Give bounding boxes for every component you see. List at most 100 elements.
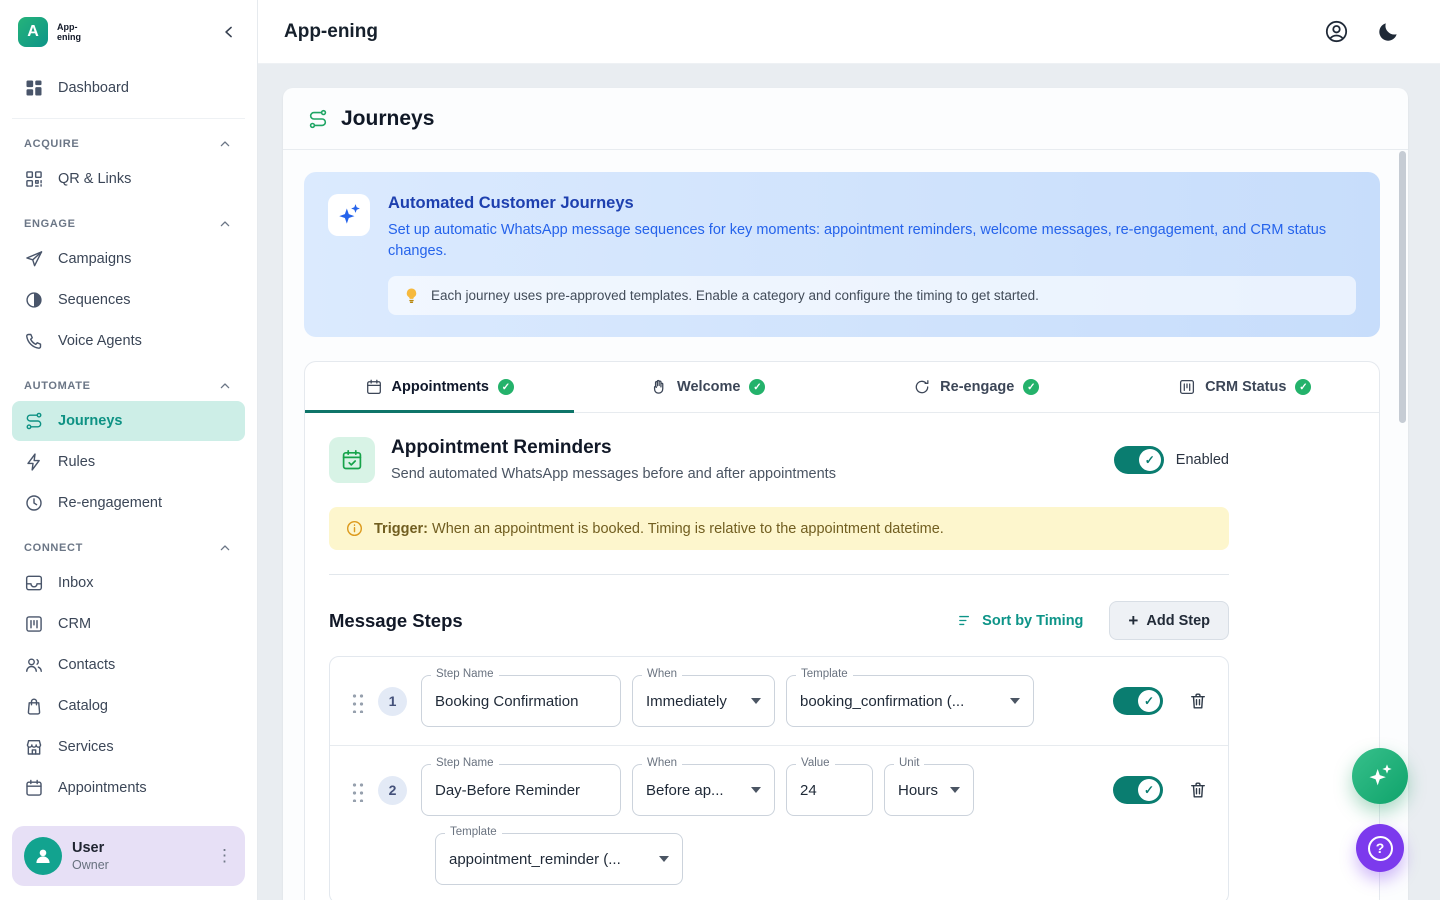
section-acquire[interactable]: ACQUIRE bbox=[24, 136, 233, 152]
tab-re-engage[interactable]: Re-engage ✓ bbox=[842, 362, 1111, 412]
plus-icon: + bbox=[1128, 612, 1138, 629]
section-connect[interactable]: CONNECT bbox=[24, 540, 233, 556]
sidebar-item-services[interactable]: Services bbox=[12, 727, 245, 767]
logo-letter: A bbox=[27, 23, 39, 41]
field-label: Unit bbox=[894, 757, 924, 769]
sidebar-header: A App- ening bbox=[0, 0, 257, 64]
main-column: App-ening Journeys Automated Customer bbox=[258, 0, 1440, 900]
step-name-input[interactable] bbox=[435, 782, 607, 799]
message-steps-header: Message Steps Sort by Timing + Add Step bbox=[329, 601, 1229, 640]
chevron-up-icon bbox=[217, 216, 233, 232]
field-label: Value bbox=[796, 757, 835, 769]
section-title: Appointment Reminders bbox=[391, 437, 836, 459]
help-fab[interactable]: ? bbox=[1356, 824, 1404, 872]
sidebar-item-catalog[interactable]: Catalog bbox=[12, 686, 245, 726]
template-select[interactable]: Template appointment_reminder (... bbox=[435, 833, 683, 885]
step-enabled-toggle[interactable]: ✓ bbox=[1113, 776, 1163, 804]
ai-assistant-fab[interactable] bbox=[1352, 748, 1408, 804]
trigger-banner: Trigger: When an appointment is booked. … bbox=[329, 507, 1229, 550]
calendar-icon bbox=[365, 378, 383, 396]
divider bbox=[329, 574, 1229, 575]
sidebar-item-sequences[interactable]: Sequences bbox=[12, 280, 245, 320]
sidebar-item-campaigns[interactable]: Campaigns bbox=[12, 239, 245, 279]
scrollbar-thumb[interactable] bbox=[1399, 151, 1406, 423]
delete-step-button[interactable] bbox=[1188, 691, 1208, 711]
tab-bar: Appointments ✓ Welcome ✓ Re-engage bbox=[305, 362, 1379, 413]
user-card[interactable]: User Owner ⋮ bbox=[12, 826, 245, 886]
section-engage[interactable]: ENGAGE bbox=[24, 216, 233, 232]
sparkle-icon bbox=[328, 194, 370, 236]
sidebar-item-contacts[interactable]: Contacts bbox=[12, 645, 245, 685]
user-menu-button[interactable]: ⋮ bbox=[216, 846, 233, 866]
sort-by-timing-button[interactable]: Sort by Timing bbox=[957, 612, 1083, 629]
lightbulb-icon bbox=[402, 286, 421, 305]
step-name-input[interactable] bbox=[435, 693, 607, 710]
step-name-field[interactable]: Step Name bbox=[421, 764, 621, 816]
sidebar-item-rules[interactable]: Rules bbox=[12, 442, 245, 482]
unit-select[interactable]: Unit Hours bbox=[884, 764, 974, 816]
wave-hand-icon bbox=[650, 378, 668, 396]
journey-enabled-toggle[interactable]: ✓ bbox=[1114, 446, 1164, 474]
add-step-button[interactable]: + Add Step bbox=[1109, 601, 1229, 640]
user-circle-icon bbox=[1324, 19, 1349, 44]
journeys-card: Appointments ✓ Welcome ✓ Re-engage bbox=[304, 361, 1380, 900]
account-button[interactable] bbox=[1324, 19, 1349, 44]
chevron-up-icon bbox=[217, 136, 233, 152]
sidebar-item-qr-links[interactable]: QR & Links bbox=[12, 159, 245, 199]
board-icon bbox=[24, 614, 44, 634]
caret-down-icon bbox=[659, 856, 669, 862]
bag-icon bbox=[24, 696, 44, 716]
person-icon bbox=[32, 845, 54, 867]
sidebar-item-label: Contacts bbox=[58, 657, 115, 673]
route-icon bbox=[307, 108, 329, 130]
check-icon: ✓ bbox=[1139, 449, 1161, 471]
tab-crm-status[interactable]: CRM Status ✓ bbox=[1111, 362, 1380, 412]
when-select[interactable]: When Immediately bbox=[632, 675, 775, 727]
sidebar-item-appointments[interactable]: Appointments bbox=[12, 768, 245, 808]
user-name: User bbox=[72, 840, 109, 856]
info-banner: Automated Customer Journeys Set up autom… bbox=[304, 172, 1380, 337]
tab-appointments[interactable]: Appointments ✓ bbox=[305, 362, 574, 412]
phone-icon bbox=[24, 331, 44, 351]
step-enabled-toggle[interactable]: ✓ bbox=[1113, 687, 1163, 715]
sidebar-item-dashboard[interactable]: Dashboard bbox=[12, 68, 245, 108]
sidebar-item-label: Catalog bbox=[58, 698, 108, 714]
section-automate[interactable]: AUTOMATE bbox=[24, 378, 233, 394]
field-label: Template bbox=[796, 668, 853, 680]
trigger-text: When an appointment is booked. Timing is… bbox=[432, 521, 944, 537]
field-label: When bbox=[642, 757, 682, 769]
delete-step-button[interactable] bbox=[1188, 780, 1208, 800]
check-badge: ✓ bbox=[749, 379, 765, 395]
page-header: Journeys bbox=[283, 88, 1408, 150]
sidebar-item-label: Re-engagement bbox=[58, 495, 162, 511]
question-icon: ? bbox=[1368, 836, 1393, 861]
steps-title: Message Steps bbox=[329, 610, 463, 632]
drag-handle-icon[interactable] bbox=[350, 779, 364, 802]
sidebar-collapse-button[interactable] bbox=[219, 22, 239, 42]
step-number: 1 bbox=[378, 687, 407, 716]
step-name-field[interactable]: Step Name bbox=[421, 675, 621, 727]
dashboard-icon bbox=[24, 78, 44, 98]
check-badge: ✓ bbox=[498, 379, 514, 395]
avatar bbox=[24, 837, 62, 875]
value-input[interactable] bbox=[800, 782, 859, 799]
info-icon bbox=[345, 519, 364, 538]
sidebar-item-label: Appointments bbox=[58, 780, 147, 796]
enabled-label: Enabled bbox=[1176, 452, 1229, 468]
bolt-icon bbox=[24, 452, 44, 472]
banner-tip: Each journey uses pre-approved templates… bbox=[388, 276, 1356, 315]
sidebar-item-re-engagement[interactable]: Re-engagement bbox=[12, 483, 245, 523]
template-select[interactable]: Template booking_confirmation (... bbox=[786, 675, 1034, 727]
sidebar-item-voice-agents[interactable]: Voice Agents bbox=[12, 321, 245, 361]
trash-icon bbox=[1188, 780, 1208, 800]
drag-handle-icon[interactable] bbox=[350, 690, 364, 713]
sidebar-item-crm[interactable]: CRM bbox=[12, 604, 245, 644]
value-field[interactable]: Value bbox=[786, 764, 873, 816]
sidebar-item-inbox[interactable]: Inbox bbox=[12, 563, 245, 603]
logo-text: App- ening bbox=[57, 22, 81, 43]
tab-welcome[interactable]: Welcome ✓ bbox=[574, 362, 843, 412]
when-select[interactable]: When Before ap... bbox=[632, 764, 775, 816]
sidebar-item-journeys[interactable]: Journeys bbox=[12, 401, 245, 441]
sidebar: A App- ening Dashboard ACQUIRE QR & Link… bbox=[0, 0, 258, 900]
dark-mode-button[interactable] bbox=[1376, 20, 1400, 44]
